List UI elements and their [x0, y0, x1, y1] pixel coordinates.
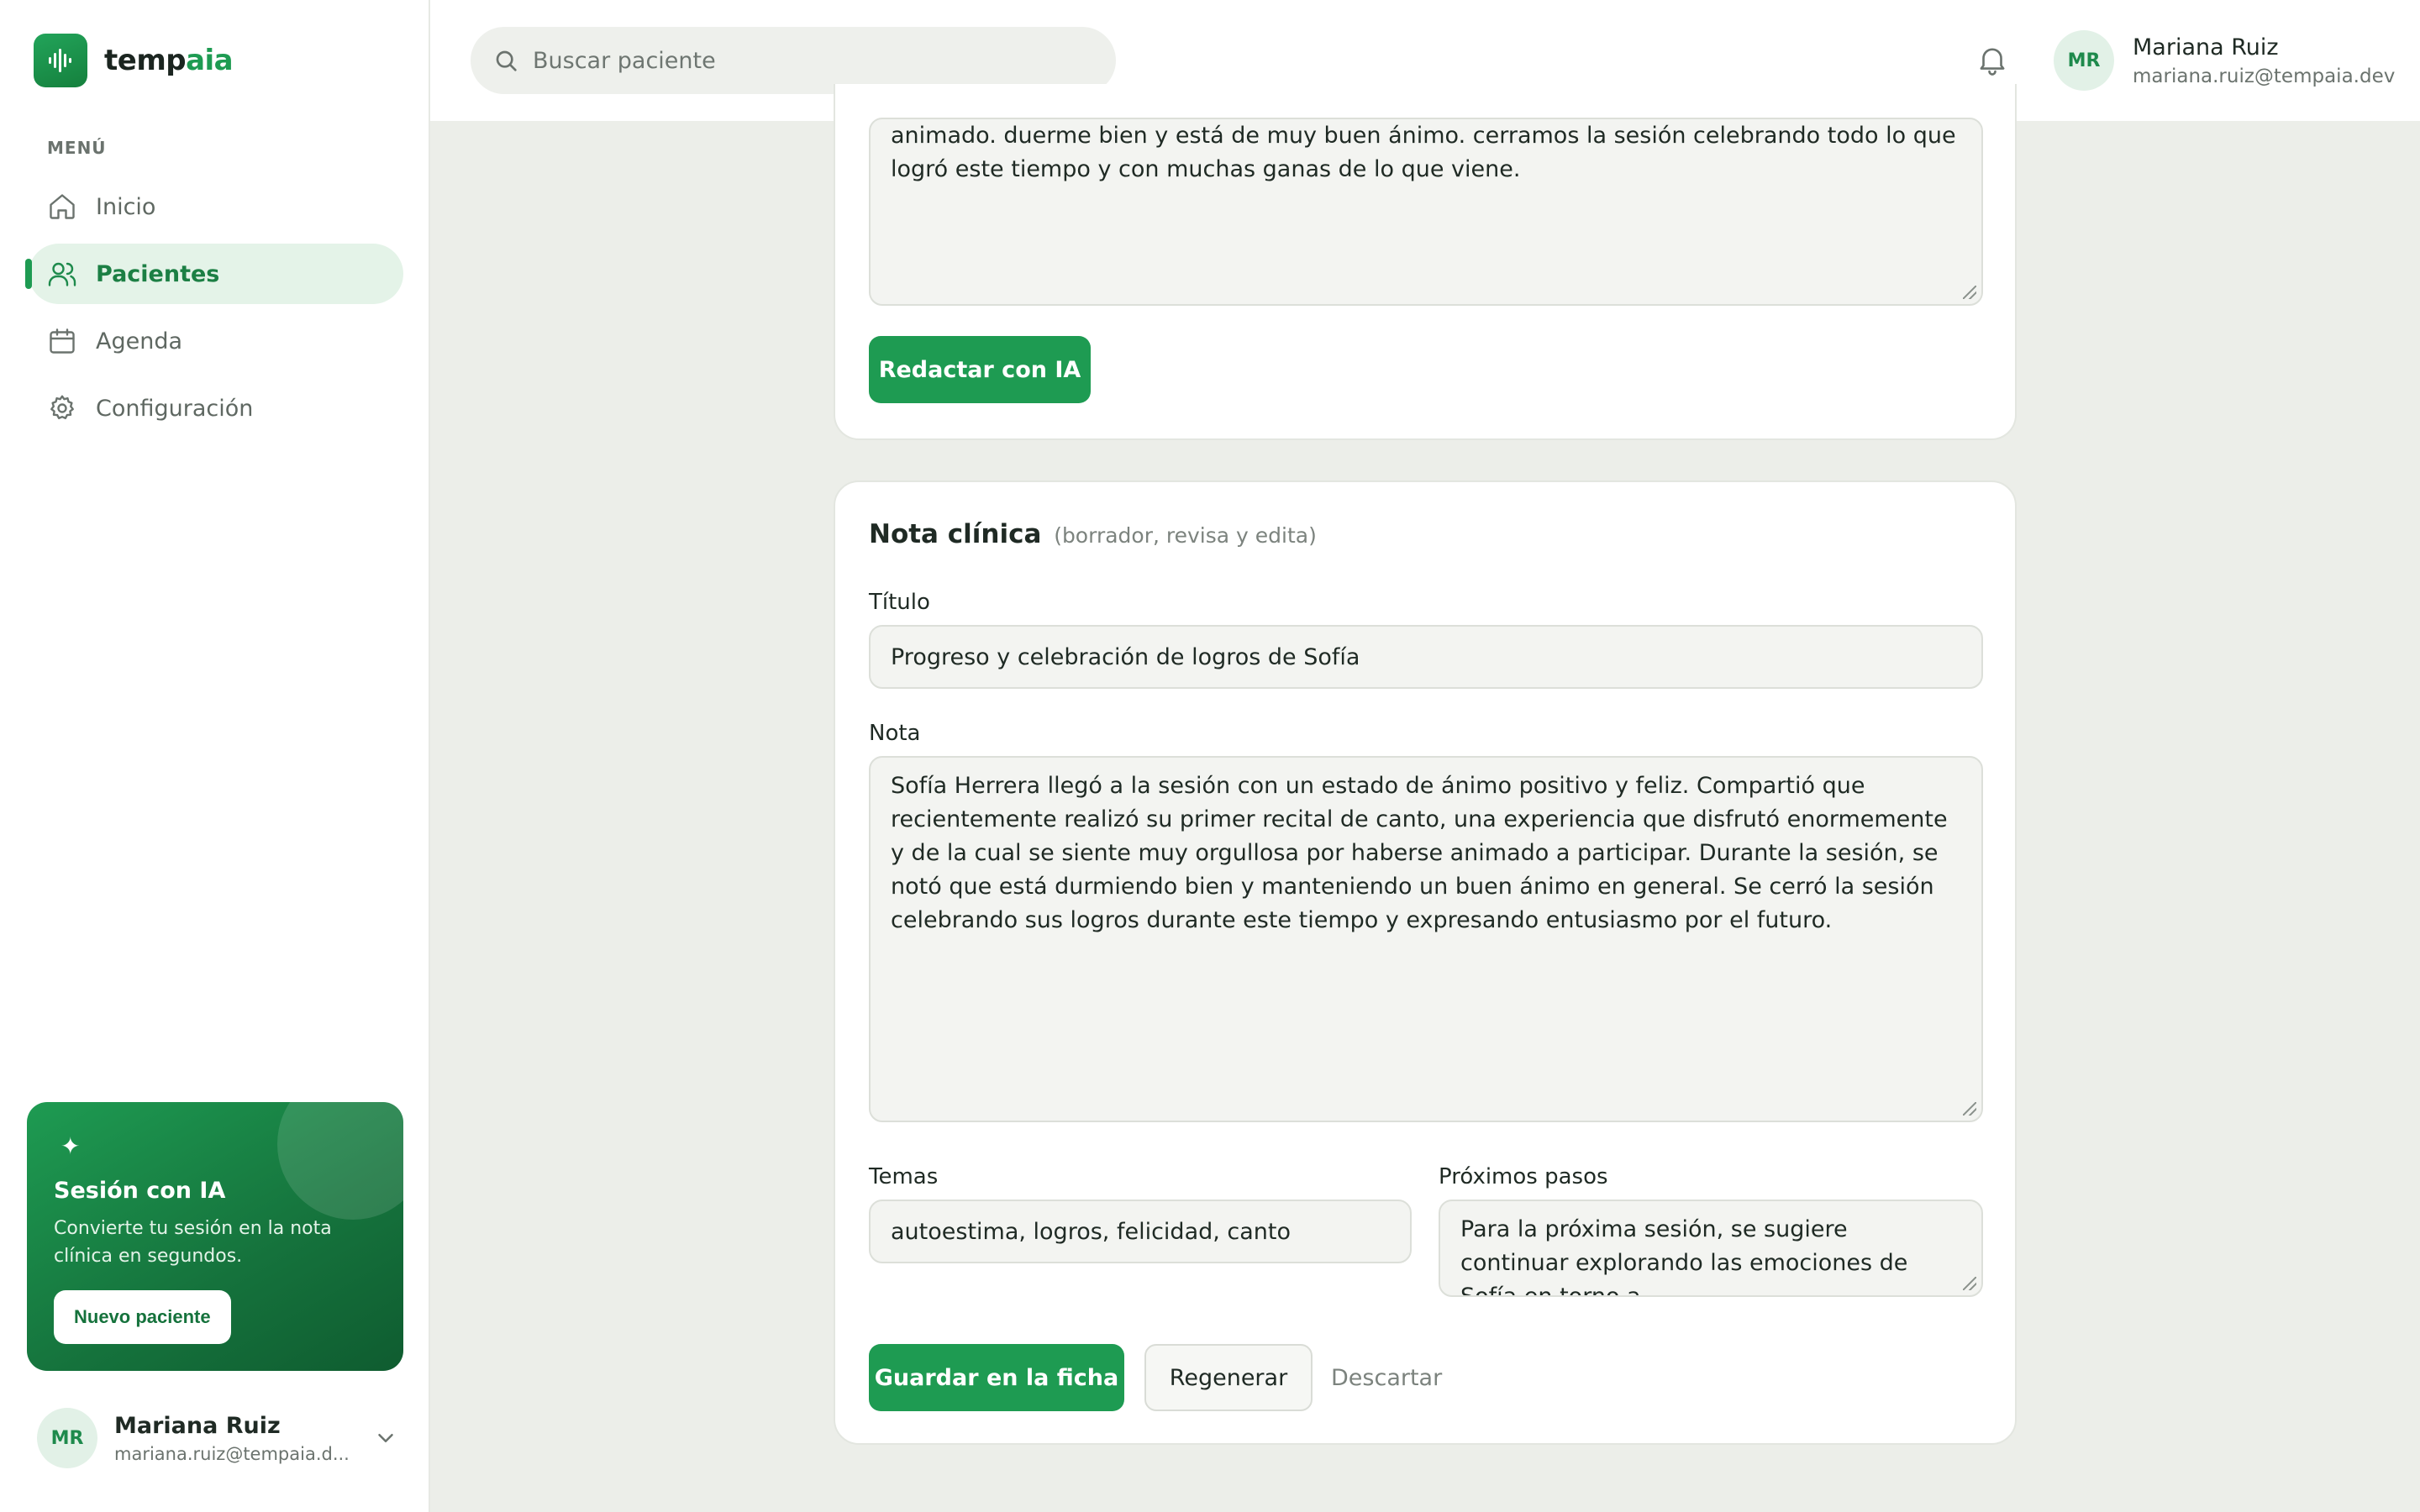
sidebar-user-menu[interactable]: MR Mariana Ruiz mariana.ruiz@tempaia.d..… [37, 1406, 407, 1470]
note-textarea[interactable]: Sofía Herrera llegó a la sesión con un e… [869, 756, 1983, 1122]
resize-handle-icon[interactable] [1963, 286, 1976, 299]
resize-handle-icon[interactable] [1963, 1277, 1976, 1290]
users-icon [47, 259, 77, 289]
regenerate-button[interactable]: Regenerar [1144, 1344, 1313, 1411]
sidebar-item-label: Inicio [96, 193, 156, 220]
sidebar: tempaia MENÚ Inicio Pacientes Agenda Con… [0, 0, 430, 1512]
brand-logo[interactable]: tempaia [34, 34, 234, 87]
note-text: Sofía Herrera llegó a la sesión con un e… [891, 773, 1948, 933]
sidebar-nav: Inicio Pacientes Agenda Configuración [25, 176, 403, 445]
sidebar-item-inicio[interactable]: Inicio [29, 176, 403, 237]
note-title: Nota clínica [869, 519, 1042, 549]
promo-description: Convierte tu sesión en la nota clínica e… [54, 1218, 332, 1267]
promo-title: Sesión con IA [54, 1178, 226, 1204]
transcript-text: animado. duerme bien y está de muy buen … [891, 123, 1956, 182]
topics-field[interactable]: autoestima, logros, felicidad, canto [869, 1200, 1412, 1263]
transcript-textarea[interactable]: animado. duerme bien y está de muy buen … [869, 118, 1983, 306]
gear-icon [47, 393, 77, 423]
user-name: Mariana Ruiz [114, 1412, 281, 1439]
title-field[interactable]: Progreso y celebración de logros de Sofí… [869, 625, 1983, 689]
search-input[interactable] [533, 47, 1071, 74]
next-steps-text: Para la próxima sesión, se sugiere conti… [1460, 1216, 1908, 1297]
home-icon [47, 192, 77, 222]
avatar: MR [37, 1408, 97, 1468]
new-patient-button[interactable]: Nuevo paciente [54, 1290, 231, 1344]
sidebar-item-agenda[interactable]: Agenda [29, 311, 403, 371]
user-email: mariana.ruiz@tempaia.d... [114, 1443, 350, 1464]
ai-session-promo: ✦ Sesión con IA Convierte tu sesión en l… [27, 1102, 403, 1371]
sparkle-icon: ✦ [60, 1132, 81, 1160]
sidebar-item-configuracion[interactable]: Configuración [29, 378, 403, 438]
clinical-note-card: Nota clínica (borrador, revisa y edita) … [834, 480, 2017, 1445]
topbar-user[interactable]: MR Mariana Ruiz mariana.ruiz@tempaia.dev [2054, 30, 2395, 91]
discard-button[interactable]: Descartar [1331, 1344, 1442, 1411]
title-label: Título [869, 590, 930, 615]
draft-with-ai-button[interactable]: Redactar con IA [869, 336, 1091, 403]
sidebar-item-label: Agenda [96, 328, 183, 354]
transcript-card: animado. duerme bien y está de muy buen … [834, 84, 2017, 440]
note-label: Nota [869, 721, 921, 746]
chevron-down-icon[interactable] [373, 1425, 398, 1451]
brand-name: tempaia [104, 44, 234, 77]
search-icon [492, 47, 519, 74]
sidebar-item-label: Pacientes [96, 260, 220, 287]
user-name: Mariana Ruiz [2133, 34, 2279, 60]
decorative-circle [277, 1102, 403, 1220]
bell-icon[interactable] [1975, 42, 2010, 77]
save-to-record-button[interactable]: Guardar en la ficha [869, 1344, 1124, 1411]
sidebar-item-pacientes[interactable]: Pacientes [25, 244, 403, 304]
next-steps-textarea[interactable]: Para la próxima sesión, se sugiere conti… [1439, 1200, 1983, 1297]
sidebar-item-label: Configuración [96, 395, 254, 422]
card-title: Nota clínica (borrador, revisa y edita) [869, 519, 1317, 549]
user-email: mariana.ruiz@tempaia.dev [2133, 65, 2396, 87]
waveform-icon [34, 34, 87, 87]
menu-label: MENÚ [47, 138, 107, 158]
next-steps-label: Próximos pasos [1439, 1164, 1608, 1189]
resize-handle-icon[interactable] [1963, 1102, 1976, 1116]
avatar: MR [2054, 30, 2114, 91]
note-subtitle: (borrador, revisa y edita) [1054, 523, 1317, 548]
topics-label: Temas [869, 1164, 939, 1189]
calendar-icon [47, 326, 77, 356]
